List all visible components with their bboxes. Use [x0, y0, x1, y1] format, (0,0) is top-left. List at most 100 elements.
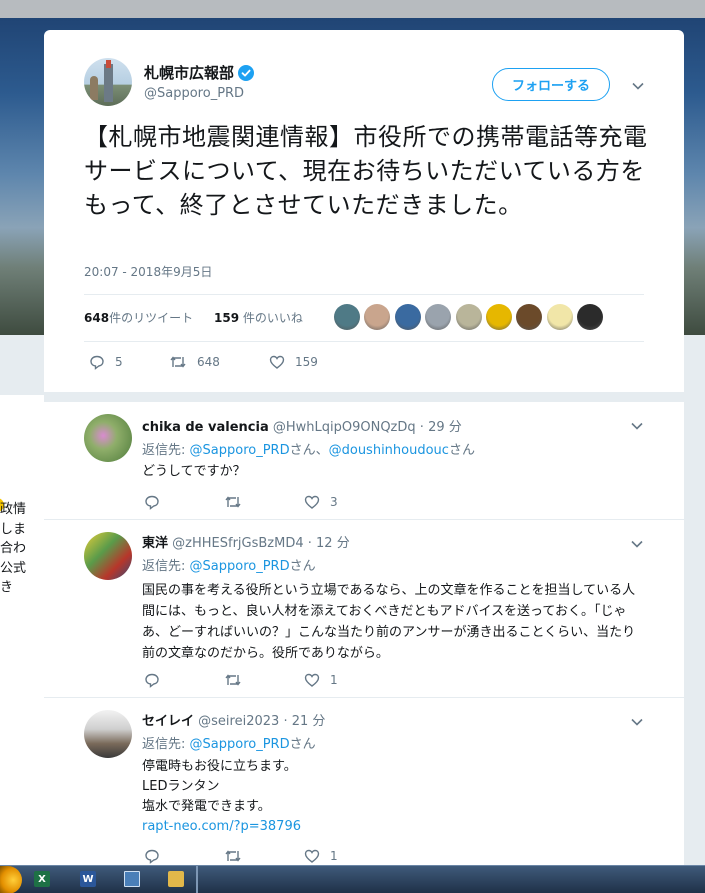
retweet-icon: [225, 850, 241, 862]
reply-author-handle[interactable]: @HwhLqipO9ONQzDq: [273, 420, 416, 435]
tweet-text: 【札幌市地震関連情報】市役所での携帯電話等充電サービスについて、現在お待ちいただ…: [84, 123, 648, 219]
avatar[interactable]: [84, 532, 132, 580]
like-stat[interactable]: 159 件のいいね: [214, 309, 303, 326]
reply-to-suffix: さん: [289, 737, 316, 752]
like-count: 1: [330, 849, 338, 863]
liker-avatar[interactable]: [455, 304, 482, 330]
reply-icon: [90, 355, 104, 370]
left-column-line: き: [0, 580, 14, 595]
author-name-row[interactable]: 札幌市広報部: [144, 62, 255, 83]
retweet-button[interactable]: 648: [169, 354, 269, 370]
reply-button[interactable]: 5: [89, 354, 169, 370]
retweet-stat[interactable]: 648件のリツイート: [84, 309, 193, 326]
heart-icon: [269, 355, 285, 369]
retweet-button[interactable]: [224, 848, 304, 864]
reply-to-mention[interactable]: @Sapporo_PRD: [190, 737, 290, 752]
liker-avatar[interactable]: [577, 304, 604, 330]
liker-avatar[interactable]: [394, 304, 421, 330]
like-count: 3: [330, 495, 338, 509]
retweet-stat-label: 件のリツイート: [109, 311, 194, 325]
folder-icon[interactable]: [168, 871, 184, 887]
reply-to-mention[interactable]: @Sapporo_PRD: [190, 443, 290, 458]
chevron-down-icon[interactable]: [630, 418, 644, 432]
reply-to-suffix: さん: [289, 559, 316, 574]
reply-text-line: 停電時もお役に立ちます。: [142, 759, 297, 774]
liker-avatar[interactable]: [546, 304, 573, 330]
reply-to-mention[interactable]: @Sapporo_PRD: [190, 559, 290, 574]
avatar-statue-shape: [90, 76, 98, 100]
monitor-icon[interactable]: [124, 871, 140, 887]
reply-to-mention[interactable]: @doushinhoudouc: [329, 443, 449, 458]
reply-button[interactable]: [144, 494, 224, 510]
avatar-tower-top-shape: [106, 60, 111, 68]
like-button[interactable]: 1: [304, 848, 384, 864]
tweet-action-row: 5 648 159: [89, 352, 349, 372]
reply-action-row: 1: [144, 848, 384, 864]
reply-time-value[interactable]: 12 分: [316, 536, 350, 551]
start-button-icon[interactable]: [0, 866, 22, 893]
like-button[interactable]: 3: [304, 494, 384, 510]
retweet-count: 648: [197, 355, 220, 369]
liker-avatar[interactable]: [364, 304, 391, 330]
tweet-timestamp[interactable]: 20:07 - 2018年9月5日: [84, 263, 212, 280]
reply-author-handle[interactable]: @seirei2023: [198, 714, 279, 729]
reply-author-handle[interactable]: @zHHESfrjGsBzMD4: [172, 536, 303, 551]
reply-header: chika de valencia @HwhLqipO9ONQzDq · 29 …: [142, 416, 644, 435]
verified-badge-icon: [238, 64, 255, 81]
reply-author-name[interactable]: 東洋: [142, 536, 168, 551]
word-icon[interactable]: W: [80, 871, 96, 887]
reply-header: セイレイ @seirei2023 · 21 分: [142, 710, 644, 729]
avatar[interactable]: [84, 58, 132, 106]
liker-avatar[interactable]: [425, 304, 452, 330]
left-column-line: 合わ: [0, 541, 27, 556]
reply-time: · 12 分: [307, 536, 350, 551]
reply-to-suffix: さん: [448, 443, 475, 458]
like-button[interactable]: 1: [304, 672, 384, 688]
browser-top-strip: [0, 0, 705, 18]
chevron-down-icon[interactable]: [630, 536, 644, 550]
retweet-button[interactable]: [224, 672, 304, 688]
reply-text: 停電時もお役に立ちます。 LEDランタン 塩水で発電できます。 rapt-neo…: [142, 757, 644, 837]
like-button[interactable]: 159: [269, 354, 349, 370]
follow-button[interactable]: フォローする: [492, 68, 610, 101]
avatar[interactable]: [84, 414, 132, 462]
reply-body: chika de valencia @HwhLqipO9ONQzDq · 29 …: [142, 416, 644, 482]
taskbar-separator: [196, 866, 198, 893]
reply-time: · 21 分: [283, 714, 326, 729]
chevron-down-icon[interactable]: [631, 78, 645, 92]
reply-author-name[interactable]: chika de valencia: [142, 420, 269, 435]
reply-time-value[interactable]: 29 分: [428, 420, 462, 435]
reply-button[interactable]: [144, 672, 224, 688]
author-handle[interactable]: @Sapporo_PRD: [144, 86, 244, 101]
retweet-button[interactable]: [224, 494, 304, 510]
like-count: 159: [295, 355, 318, 369]
reply-to-separator: さん、: [289, 443, 329, 458]
reply-text: どうしてですか？: [142, 464, 246, 479]
liker-avatars: [334, 304, 608, 330]
reply-link[interactable]: rapt-neo.com/?p=38796: [142, 817, 644, 837]
avatar[interactable]: [84, 710, 132, 758]
reply-icon: [145, 673, 159, 688]
reply-to-label: 返信先:: [142, 737, 190, 752]
liker-avatar[interactable]: [516, 304, 543, 330]
left-column-line: 政情: [0, 502, 27, 517]
excel-icon[interactable]: X: [34, 871, 50, 887]
reply-text: 国民の事を考える役所という立場であるなら、上の文章を作ることを担当している人間に…: [142, 583, 636, 661]
liker-avatar[interactable]: [334, 304, 360, 330]
liker-avatar[interactable]: [485, 304, 512, 330]
reply-item[interactable]: chika de valencia @HwhLqipO9ONQzDq · 29 …: [44, 402, 684, 520]
reply-button[interactable]: [144, 848, 224, 864]
reply-item[interactable]: 東洋 @zHHESfrjGsBzMD4 · 12 分 返信先: @Sapporo…: [44, 520, 684, 698]
reply-item[interactable]: セイレイ @seirei2023 · 21 分 返信先: @Sapporo_PR…: [44, 698, 684, 865]
chevron-down-icon[interactable]: [630, 714, 644, 728]
reply-to-line: 返信先: @Sapporo_PRDさん、@doushinhoudoucさん: [142, 439, 644, 458]
reply-time: · 29 分: [419, 420, 462, 435]
reply-body: 東洋 @zHHESfrjGsBzMD4 · 12 分 返信先: @Sapporo…: [142, 532, 644, 664]
reply-author-name[interactable]: セイレイ: [142, 714, 194, 729]
retweet-icon: [170, 356, 186, 368]
author-display-name[interactable]: 札幌市広報部: [144, 62, 234, 83]
reply-time-value[interactable]: 21 分: [292, 714, 326, 729]
reply-count: 5: [115, 355, 123, 369]
reply-body: セイレイ @seirei2023 · 21 分 返信先: @Sapporo_PR…: [142, 710, 644, 837]
retweet-stat-count: 648: [84, 311, 110, 325]
